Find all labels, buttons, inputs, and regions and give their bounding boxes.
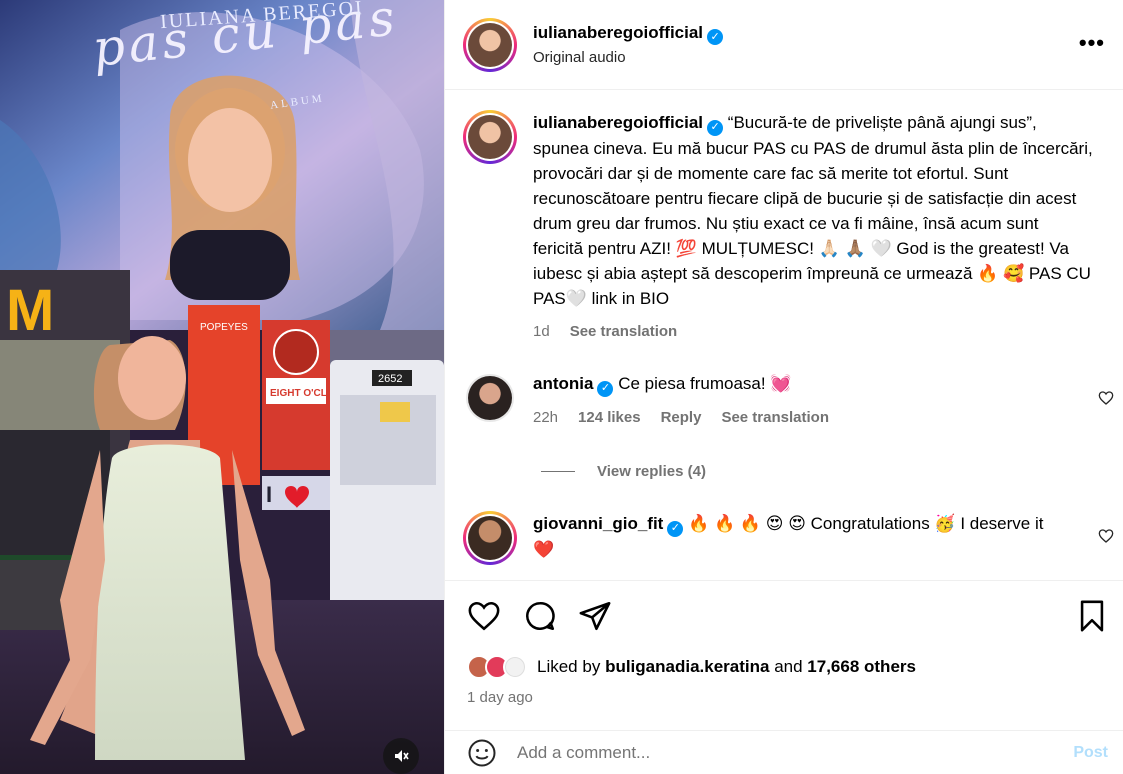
comment-like-heart-icon[interactable] [1098,528,1114,544]
comment-bubble-icon[interactable] [523,599,557,633]
original-audio-link[interactable]: Original audio [533,49,723,66]
author-avatar[interactable] [463,17,517,72]
comment-like-heart-icon[interactable] [1098,390,1114,406]
view-replies-label: View replies (4) [597,463,706,480]
instagram-post-modal: M POPEYES EIGHT O'CLOCK 2652 I pas cu pa… [0,0,1123,774]
comment-text: Ce piesa frumoasa! 💓 [618,374,792,393]
share-paper-plane-icon[interactable] [578,599,612,633]
comment-composer: Post [445,730,1123,774]
liked-by-username[interactable]: buliganadia.keratina [605,657,769,677]
likes-summary[interactable]: Liked by buliganadia.keratina and 17,668… [467,655,916,679]
like-heart-icon[interactable] [467,599,501,633]
verified-badge-icon: ✓ [707,119,724,136]
view-replies-button[interactable]: View replies (4) [541,463,706,480]
times-square-scene: M POPEYES EIGHT O'CLOCK 2652 I [0,0,444,774]
comment-time[interactable]: 22h [533,405,558,430]
liked-by-others[interactable]: 17,668 others [807,657,916,677]
liked-by-and: and [774,657,803,676]
commenter-username[interactable]: giovanni_gio_fit [533,514,663,533]
caption: iulianaberegoiofficial ✓ “Bucură-te de pr… [463,110,1103,344]
replies-divider [541,471,575,472]
popeyes-sign-text: POPEYES [200,322,248,333]
commenter-username[interactable]: antonia [533,374,593,393]
reply-button[interactable]: Reply [661,405,702,430]
more-options-icon[interactable]: ••• [1079,30,1105,56]
svg-text:I: I [266,482,272,507]
comment-item: giovanni_gio_fit ✓ 🔥 🔥 🔥 😍 😍 Congratulati… [463,511,1103,565]
post-comment-button[interactable]: Post [1073,744,1108,762]
comment-item: antonia ✓ Ce piesa frumoasa! 💓 22h 124 li… [463,371,1103,430]
liker-avatar [503,655,527,679]
post-timestamp[interactable]: 1 day ago [467,689,533,706]
svg-text:2652: 2652 [378,373,402,385]
caption-author-avatar[interactable] [463,110,517,164]
caption-text: “Bucură-te de priveliște până ajungi sus… [533,113,1093,308]
svg-text:M: M [6,278,54,343]
post-header: iulianaberegoiofficial ✓ Original audio •… [445,0,1123,90]
verified-badge-icon: ✓ [667,520,684,537]
post-actions: Liked by buliganadia.keratina and 17,668… [445,580,1123,710]
caption-username[interactable]: iulianaberegoiofficial [533,113,703,132]
post-video[interactable]: M POPEYES EIGHT O'CLOCK 2652 I pas cu pa… [0,0,444,774]
emoji-picker-icon[interactable] [467,738,497,768]
caption-see-translation[interactable]: See translation [570,319,678,344]
save-bookmark-icon[interactable] [1075,599,1109,633]
commenter-avatar[interactable] [463,511,517,565]
muted-speaker-icon [395,750,409,762]
commenter-avatar[interactable] [463,371,517,425]
comment-see-translation[interactable]: See translation [721,405,829,430]
author-username[interactable]: iulianaberegoiofficial [533,23,703,42]
comments-list: iulianaberegoiofficial ✓ “Bucură-te de pr… [445,91,1123,580]
verified-badge-icon: ✓ [707,28,724,45]
verified-badge-icon: ✓ [597,380,614,397]
comment-input[interactable] [517,742,1074,763]
caption-time[interactable]: 1d [533,319,550,344]
mute-button[interactable] [383,738,419,774]
liker-avatars [467,655,527,679]
post-details-panel: iulianaberegoiofficial ✓ Original audio •… [444,0,1123,774]
liked-by-prefix: Liked by [537,657,601,676]
comment-likes[interactable]: 124 likes [578,405,641,430]
